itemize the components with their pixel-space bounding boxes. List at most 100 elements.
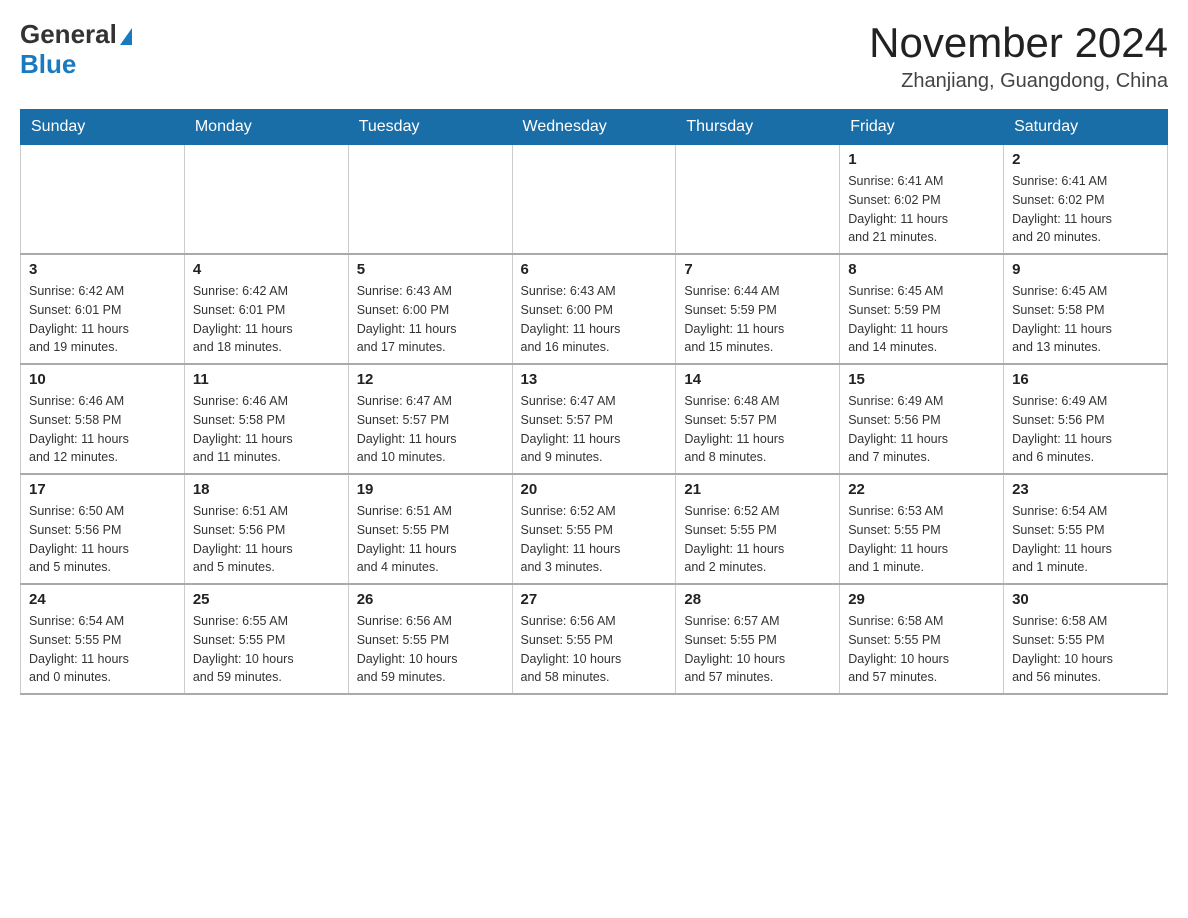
- day-number: 30: [1012, 591, 1159, 608]
- day-number: 16: [1012, 371, 1159, 388]
- day-number: 20: [521, 481, 668, 498]
- day-info: Sunrise: 6:54 AM Sunset: 5:55 PM Dayligh…: [29, 612, 176, 687]
- day-header-sunday: Sunday: [21, 110, 185, 145]
- calendar-cell: 21 Sunrise: 6:52 AM Sunset: 5:55 PM Dayli…: [676, 474, 840, 584]
- day-number: 11: [193, 371, 340, 388]
- day-number: 27: [521, 591, 668, 608]
- day-number: 15: [848, 371, 995, 388]
- calendar-cell: 1Sunrise: 6:41 AM Sunset: 6:02 PM Daylig…: [840, 145, 1004, 255]
- day-number: 6: [521, 261, 668, 278]
- day-info: Sunrise: 6:51 AM Sunset: 5:56 PM Dayligh…: [193, 502, 340, 577]
- calendar-cell: 11 Sunrise: 6:46 AM Sunset: 5:58 PM Dayli…: [184, 364, 348, 474]
- day-number: 17: [29, 481, 176, 498]
- day-info: Sunrise: 6:57 AM Sunset: 5:55 PM Dayligh…: [684, 612, 831, 687]
- calendar-cell: 12Sunrise: 6:47 AM Sunset: 5:57 PM Dayli…: [348, 364, 512, 474]
- day-info: Sunrise: 6:58 AM Sunset: 5:55 PM Dayligh…: [848, 612, 995, 687]
- day-info: Sunrise: 6:47 AM Sunset: 5:57 PM Dayligh…: [357, 392, 504, 467]
- day-info: Sunrise: 6:42 AM Sunset: 6:01 PM Dayligh…: [29, 282, 176, 357]
- day-number: 13: [521, 371, 668, 388]
- day-info: Sunrise: 6:50 AM Sunset: 5:56 PM Dayligh…: [29, 502, 176, 577]
- calendar-cell: 3 Sunrise: 6:42 AM Sunset: 6:01 PM Daylig…: [21, 254, 185, 364]
- day-header-friday: Friday: [840, 110, 1004, 145]
- day-info: Sunrise: 6:52 AM Sunset: 5:55 PM Dayligh…: [521, 502, 668, 577]
- week-row-5: 24 Sunrise: 6:54 AM Sunset: 5:55 PM Dayli…: [21, 584, 1168, 694]
- day-number: 5: [357, 261, 504, 278]
- calendar-cell: [184, 145, 348, 255]
- day-number: 18: [193, 481, 340, 498]
- day-info: Sunrise: 6:47 AM Sunset: 5:57 PM Dayligh…: [521, 392, 668, 467]
- day-header-wednesday: Wednesday: [512, 110, 676, 145]
- logo-general: General: [20, 20, 132, 50]
- calendar-cell: 14 Sunrise: 6:48 AM Sunset: 5:57 PM Dayli…: [676, 364, 840, 474]
- day-info: Sunrise: 6:45 AM Sunset: 5:59 PM Dayligh…: [848, 282, 995, 357]
- day-info: Sunrise: 6:45 AM Sunset: 5:58 PM Dayligh…: [1012, 282, 1159, 357]
- day-info: Sunrise: 6:44 AM Sunset: 5:59 PM Dayligh…: [684, 282, 831, 357]
- calendar-cell: 20 Sunrise: 6:52 AM Sunset: 5:55 PM Dayli…: [512, 474, 676, 584]
- day-info: Sunrise: 6:49 AM Sunset: 5:56 PM Dayligh…: [1012, 392, 1159, 467]
- calendar-cell: 17 Sunrise: 6:50 AM Sunset: 5:56 PM Dayli…: [21, 474, 185, 584]
- day-info: Sunrise: 6:52 AM Sunset: 5:55 PM Dayligh…: [684, 502, 831, 577]
- calendar-cell: [676, 145, 840, 255]
- calendar-table: SundayMondayTuesdayWednesdayThursdayFrid…: [20, 109, 1168, 695]
- calendar-cell: 19 Sunrise: 6:51 AM Sunset: 5:55 PM Dayli…: [348, 474, 512, 584]
- day-number: 19: [357, 481, 504, 498]
- day-info: Sunrise: 6:56 AM Sunset: 5:55 PM Dayligh…: [521, 612, 668, 687]
- day-info: Sunrise: 6:55 AM Sunset: 5:55 PM Dayligh…: [193, 612, 340, 687]
- calendar-cell: [348, 145, 512, 255]
- logo: General Blue: [20, 20, 132, 80]
- day-info: Sunrise: 6:49 AM Sunset: 5:56 PM Dayligh…: [848, 392, 995, 467]
- day-number: 24: [29, 591, 176, 608]
- week-row-3: 10Sunrise: 6:46 AM Sunset: 5:58 PM Dayli…: [21, 364, 1168, 474]
- day-number: 8: [848, 261, 995, 278]
- month-title: November 2024: [869, 20, 1168, 66]
- title-block: November 2024 Zhanjiang, Guangdong, Chin…: [869, 20, 1168, 93]
- day-number: 14: [684, 371, 831, 388]
- day-header-tuesday: Tuesday: [348, 110, 512, 145]
- day-info: Sunrise: 6:46 AM Sunset: 5:58 PM Dayligh…: [193, 392, 340, 467]
- calendar-cell: [512, 145, 676, 255]
- day-info: Sunrise: 6:56 AM Sunset: 5:55 PM Dayligh…: [357, 612, 504, 687]
- calendar-cell: 6 Sunrise: 6:43 AM Sunset: 6:00 PM Daylig…: [512, 254, 676, 364]
- header-row: SundayMondayTuesdayWednesdayThursdayFrid…: [21, 110, 1168, 145]
- day-info: Sunrise: 6:58 AM Sunset: 5:55 PM Dayligh…: [1012, 612, 1159, 687]
- day-number: 26: [357, 591, 504, 608]
- calendar-cell: [21, 145, 185, 255]
- day-number: 7: [684, 261, 831, 278]
- calendar-cell: 5Sunrise: 6:43 AM Sunset: 6:00 PM Daylig…: [348, 254, 512, 364]
- calendar-cell: 13 Sunrise: 6:47 AM Sunset: 5:57 PM Dayli…: [512, 364, 676, 474]
- week-row-2: 3 Sunrise: 6:42 AM Sunset: 6:01 PM Daylig…: [21, 254, 1168, 364]
- day-number: 3: [29, 261, 176, 278]
- calendar-cell: 25Sunrise: 6:55 AM Sunset: 5:55 PM Dayli…: [184, 584, 348, 694]
- week-row-1: 1Sunrise: 6:41 AM Sunset: 6:02 PM Daylig…: [21, 145, 1168, 255]
- calendar-cell: 29 Sunrise: 6:58 AM Sunset: 5:55 PM Dayli…: [840, 584, 1004, 694]
- day-info: Sunrise: 6:51 AM Sunset: 5:55 PM Dayligh…: [357, 502, 504, 577]
- calendar-cell: 4Sunrise: 6:42 AM Sunset: 6:01 PM Daylig…: [184, 254, 348, 364]
- day-info: Sunrise: 6:43 AM Sunset: 6:00 PM Dayligh…: [521, 282, 668, 357]
- day-number: 21: [684, 481, 831, 498]
- calendar-cell: 24 Sunrise: 6:54 AM Sunset: 5:55 PM Dayli…: [21, 584, 185, 694]
- calendar-cell: 15 Sunrise: 6:49 AM Sunset: 5:56 PM Dayli…: [840, 364, 1004, 474]
- day-info: Sunrise: 6:48 AM Sunset: 5:57 PM Dayligh…: [684, 392, 831, 467]
- logo-text: General Blue: [20, 20, 132, 80]
- day-number: 9: [1012, 261, 1159, 278]
- calendar-cell: 22 Sunrise: 6:53 AM Sunset: 5:55 PM Dayli…: [840, 474, 1004, 584]
- calendar-cell: 18 Sunrise: 6:51 AM Sunset: 5:56 PM Dayli…: [184, 474, 348, 584]
- week-row-4: 17 Sunrise: 6:50 AM Sunset: 5:56 PM Dayli…: [21, 474, 1168, 584]
- day-header-monday: Monday: [184, 110, 348, 145]
- calendar-header: SundayMondayTuesdayWednesdayThursdayFrid…: [21, 110, 1168, 145]
- calendar-body: 1Sunrise: 6:41 AM Sunset: 6:02 PM Daylig…: [21, 145, 1168, 695]
- day-number: 29: [848, 591, 995, 608]
- calendar-cell: 27 Sunrise: 6:56 AM Sunset: 5:55 PM Dayli…: [512, 584, 676, 694]
- calendar-cell: 26 Sunrise: 6:56 AM Sunset: 5:55 PM Dayli…: [348, 584, 512, 694]
- logo-blue: Blue: [20, 50, 132, 80]
- calendar-cell: 30 Sunrise: 6:58 AM Sunset: 5:55 PM Dayli…: [1004, 584, 1168, 694]
- day-info: Sunrise: 6:53 AM Sunset: 5:55 PM Dayligh…: [848, 502, 995, 577]
- day-number: 22: [848, 481, 995, 498]
- day-info: Sunrise: 6:54 AM Sunset: 5:55 PM Dayligh…: [1012, 502, 1159, 577]
- day-number: 1: [848, 151, 995, 168]
- day-number: 28: [684, 591, 831, 608]
- day-number: 4: [193, 261, 340, 278]
- location: Zhanjiang, Guangdong, China: [869, 70, 1168, 93]
- calendar-cell: 8 Sunrise: 6:45 AM Sunset: 5:59 PM Daylig…: [840, 254, 1004, 364]
- day-number: 2: [1012, 151, 1159, 168]
